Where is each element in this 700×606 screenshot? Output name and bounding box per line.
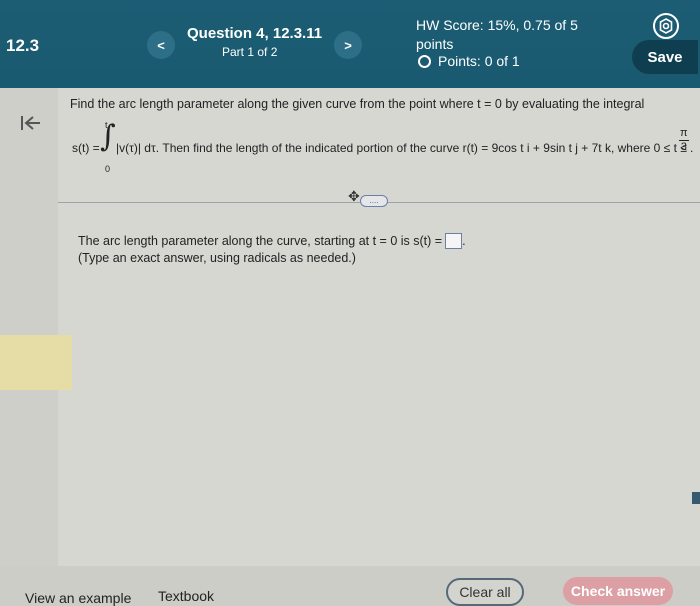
previous-question-button[interactable]: <	[147, 31, 175, 59]
points-text: Points: 0 of 1	[438, 53, 520, 69]
textbook-link[interactable]: Textbook	[158, 588, 214, 604]
fraction-numerator: π	[679, 127, 689, 141]
answer-input[interactable]	[445, 233, 463, 249]
side-tab[interactable]	[692, 492, 700, 504]
question-title: Question 4, 12.3.11	[187, 25, 323, 42]
question-text-line2: |v(τ)| dτ. Then find the length of the i…	[116, 141, 687, 155]
arc-length-lhs: s(t) =	[72, 141, 100, 155]
clear-all-button[interactable]: Clear all	[446, 578, 524, 606]
integral-icon: ∫	[100, 119, 116, 154]
more-button[interactable]: ....	[360, 195, 388, 207]
answer-prompt-row: The arc length parameter along the curve…	[78, 233, 466, 249]
hw-score: HW Score: 15%, 0.75 of 5 points	[416, 17, 578, 52]
next-question-button[interactable]: >	[334, 31, 362, 59]
side-highlight	[0, 335, 72, 390]
gear-icon[interactable]	[653, 13, 679, 39]
upper-bound-fraction: π 3	[679, 127, 689, 154]
integral-lower-limit: 0	[105, 164, 111, 174]
check-answer-button[interactable]: Check answer	[563, 577, 673, 605]
fraction-denominator: 3	[680, 141, 687, 153]
fraction-period: .	[690, 141, 694, 155]
view-example-link[interactable]: View an example	[25, 590, 131, 606]
header-bar: 12.3 < Question 4, 12.3.11 Part 1 of 2 >…	[0, 0, 700, 88]
question-text-line1: Find the arc length parameter along the …	[70, 97, 645, 111]
answer-prompt: The arc length parameter along the curve…	[78, 234, 443, 248]
save-button[interactable]: Save	[632, 40, 698, 74]
answer-hint: (Type an exact answer, using radicals as…	[78, 251, 356, 265]
answer-suffix: .	[462, 234, 466, 248]
radio-circle-icon	[418, 54, 431, 68]
section-number: 12.3	[6, 36, 40, 55]
question-part: Part 1 of 2	[222, 45, 278, 59]
points-status: Points: 0 of 1	[418, 53, 520, 69]
collapse-left-icon[interactable]	[20, 112, 42, 138]
question-panel	[58, 88, 700, 566]
